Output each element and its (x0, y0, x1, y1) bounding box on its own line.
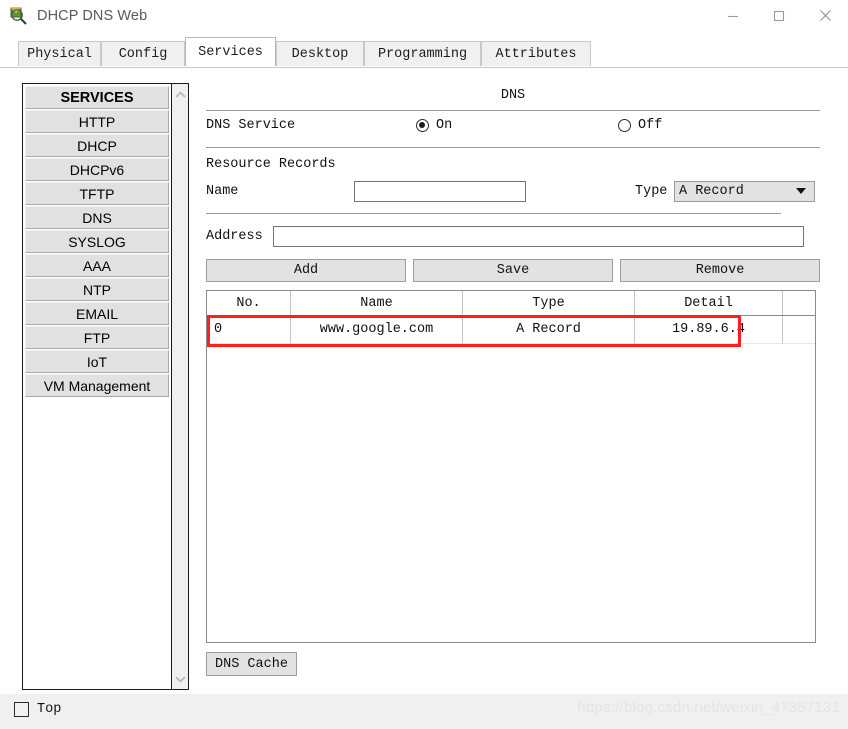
close-icon[interactable] (802, 0, 848, 31)
radio-off-label: Off (638, 118, 663, 133)
dns-service-row: DNS Service On Off (206, 111, 820, 140)
window-controls (710, 0, 848, 31)
column-header-detail: Detail (635, 291, 783, 315)
column-header-no: No. (207, 291, 291, 315)
sidebar-item-syslog[interactable]: SYSLOG (25, 230, 169, 253)
chevron-down-icon[interactable] (172, 671, 189, 687)
services-list: SERVICES HTTP DHCP DHCPv6 TFTP DNS SYSLO… (23, 84, 171, 689)
services-panel: SERVICES HTTP DHCP DHCPv6 TFTP DNS SYSLO… (0, 67, 848, 694)
sidebar-item-email[interactable]: EMAIL (25, 302, 169, 325)
sidebar-scrollbar[interactable] (171, 84, 188, 689)
address-label: Address (206, 228, 263, 244)
sidebar-item-iot[interactable]: IoT (25, 350, 169, 373)
name-input[interactable] (354, 180, 526, 202)
tab-programming[interactable]: Programming (364, 41, 481, 66)
page-title: DNS (500, 88, 526, 103)
radio-on-label: On (436, 118, 453, 133)
type-dropdown[interactable]: A Record (674, 180, 815, 202)
chevron-down-icon (796, 188, 806, 194)
services-sidebar: SERVICES HTTP DHCP DHCPv6 TFTP DNS SYSLO… (22, 83, 189, 690)
sidebar-item-dhcp[interactable]: DHCP (25, 134, 169, 157)
radio-dns-on[interactable]: On (416, 118, 452, 133)
column-header-spacer (783, 291, 815, 315)
type-label: Type (635, 183, 668, 199)
radio-dns-off[interactable]: Off (618, 118, 662, 133)
divider-name (206, 213, 781, 214)
window-title: DHCP DNS Web (37, 7, 148, 24)
watermark-text: https://blog.csdn.net/weixin_47357131 (577, 699, 840, 716)
sidebar-item-tftp[interactable]: TFTP (25, 182, 169, 205)
record-action-buttons: Add Save Remove (206, 259, 820, 282)
cell-name: www.google.com (291, 316, 463, 344)
divider-service (206, 147, 820, 148)
dns-records-table: No. Name Type Detail 0 www.google.com A … (206, 290, 816, 643)
add-button[interactable]: Add (206, 259, 406, 282)
cell-spacer (783, 316, 815, 344)
top-checkbox[interactable]: Top (14, 702, 61, 717)
name-label: Name (206, 183, 239, 199)
sidebar-item-ntp[interactable]: NTP (25, 278, 169, 301)
sidebar-item-http[interactable]: HTTP (25, 110, 169, 133)
sidebar-item-vm-management[interactable]: VM Management (25, 374, 169, 397)
sidebar-item-ftp[interactable]: FTP (25, 326, 169, 349)
sidebar-item-dhcpv6[interactable]: DHCPv6 (25, 158, 169, 181)
cell-type: A Record (463, 316, 635, 344)
save-button[interactable]: Save (413, 259, 613, 282)
cell-no: 0 (207, 316, 291, 344)
dns-cache-button[interactable]: DNS Cache (206, 652, 297, 676)
resource-records-label: Resource Records (206, 157, 336, 172)
table-header-row: No. Name Type Detail (207, 291, 815, 316)
remove-button[interactable]: Remove (620, 259, 820, 282)
dns-config-area: DNS DNS Service On Off Resource Records … (206, 83, 820, 690)
top-checkbox-label: Top (37, 702, 62, 717)
minimize-icon[interactable] (710, 0, 756, 31)
table-row[interactable]: 0 www.google.com A Record 19.89.6.4 (207, 316, 815, 344)
cell-detail: 19.89.6.4 (635, 316, 783, 344)
title-bar: DHCP DNS Web (0, 0, 848, 31)
address-row: Address (206, 221, 820, 251)
tab-config[interactable]: Config (101, 41, 185, 66)
type-dropdown-value: A Record (679, 183, 744, 199)
sidebar-item-dns[interactable]: DNS (25, 206, 169, 229)
address-input[interactable] (272, 225, 804, 247)
name-row: Name Type A Record (206, 176, 820, 206)
tab-attributes[interactable]: Attributes (481, 41, 591, 66)
chevron-up-icon[interactable] (172, 86, 189, 102)
magnifier-package-icon (9, 6, 29, 26)
tab-strip: Physical Config Services Desktop Program… (0, 31, 848, 68)
checkbox-indicator (14, 702, 29, 717)
radio-on-indicator (416, 119, 429, 132)
column-header-type: Type (463, 291, 635, 315)
radio-off-indicator (618, 119, 631, 132)
maximize-icon[interactable] (756, 0, 802, 31)
tab-services[interactable]: Services (185, 37, 276, 66)
tab-physical[interactable]: Physical (18, 41, 101, 66)
column-header-name: Name (291, 291, 463, 315)
sidebar-item-aaa[interactable]: AAA (25, 254, 169, 277)
sidebar-header: SERVICES (25, 86, 169, 109)
dns-service-label: DNS Service (206, 118, 296, 133)
tab-desktop[interactable]: Desktop (276, 41, 364, 66)
